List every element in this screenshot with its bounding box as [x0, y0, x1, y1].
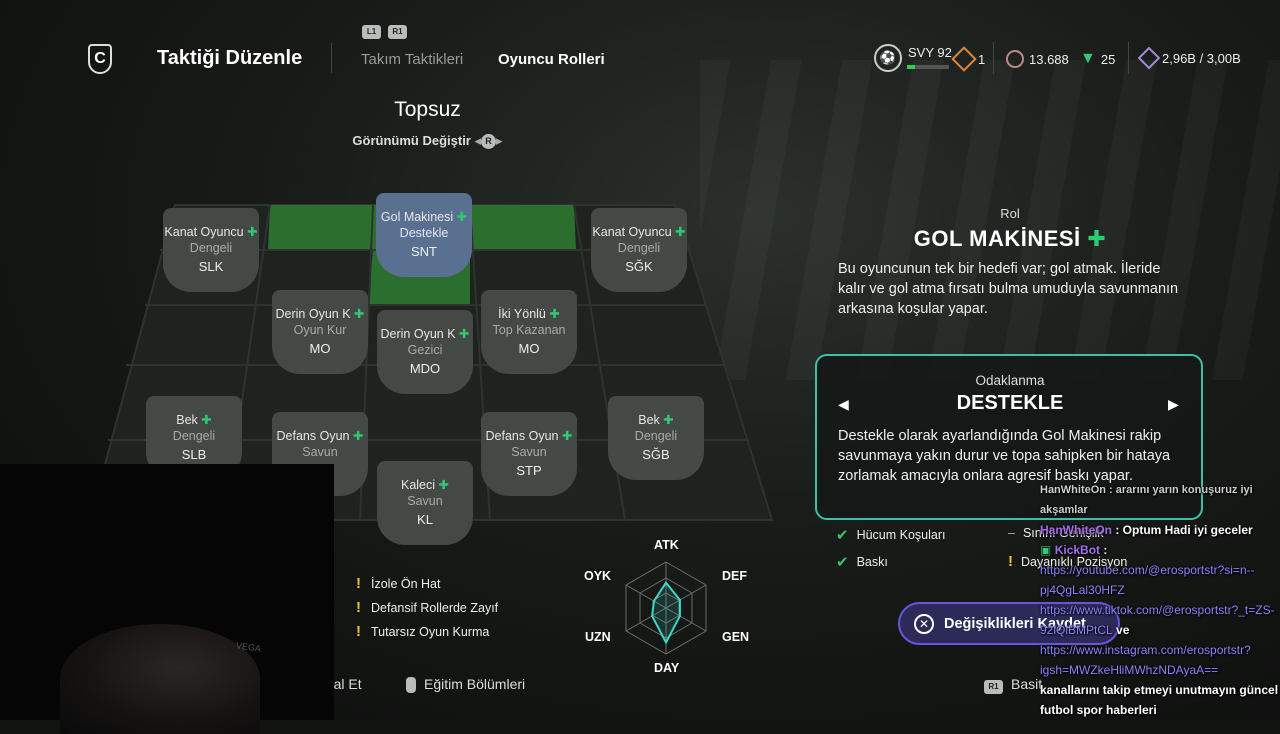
sp-counter: 2,96B / 3,00B: [1137, 46, 1241, 70]
ap-counter: 1: [951, 46, 985, 72]
tab-oyuncu-rolleri[interactable]: Oyuncu Rolleri: [498, 51, 605, 68]
weakness-item: ! Tutarsız Oyun Kurma: [356, 623, 490, 640]
trait-item: ✔ Hücum Koşuları: [836, 527, 946, 544]
divider: [993, 42, 994, 74]
player-card-sgk[interactable]: Kanat Oyuncu ✚ Dengeli SĞK: [591, 208, 687, 292]
game-logo-icon: C: [88, 44, 112, 74]
page-title: Taktiği Düzenle: [157, 47, 303, 69]
player-card-mo-left[interactable]: Derin Oyun K ✚ Oyun Kur MO: [272, 290, 368, 374]
sp-icon: [1137, 46, 1161, 70]
chat-link[interactable]: https://www.instagram.com/erosportstr?ig…: [1040, 640, 1280, 680]
points-counter: ▼ 25: [1080, 50, 1116, 67]
focus-description: Destekle olarak ayarlandığında Gol Makin…: [838, 428, 1171, 484]
radar-label-day: DAY: [654, 661, 680, 675]
basic-toggle[interactable]: R1 Basit: [984, 676, 1042, 694]
r1-button-icon: R1: [984, 680, 1003, 694]
warning-icon: !: [356, 599, 361, 616]
xp-progress-bar: [907, 65, 949, 69]
focus-label: Odaklanma: [975, 373, 1045, 388]
player-card-slk[interactable]: Kanat Oyuncu ✚ Dengeli SLK: [163, 208, 259, 292]
focus-value: DESTEKLE: [956, 392, 1064, 414]
radar-label-uzn: UZN: [585, 630, 611, 644]
change-view-button[interactable]: Görünümü Değiştir ◂ R ▸: [320, 133, 535, 150]
header-divider: [331, 43, 332, 73]
player-card-sgb[interactable]: Bek ✚ Dengeli SĞB: [608, 396, 704, 480]
r-button-icon: R: [481, 134, 497, 150]
webcam-overlay: VEGA: [0, 464, 334, 734]
points-icon: ▼: [1080, 50, 1096, 67]
player-card-snt[interactable]: Gol Makinesi ✚ Destekle SNT: [376, 193, 472, 277]
radar-label-def: DEF: [722, 569, 747, 583]
weakness-item: ! Defansif Rollerde Zayıf: [356, 599, 499, 616]
chat-line: HanWhiteOn : Optum Hadi iyi geceler: [1040, 523, 1253, 537]
check-icon: ✔: [836, 527, 849, 544]
player-card-mdo[interactable]: Derin Oyun K ✚ Gezici MDO: [377, 310, 473, 394]
r1-button-icon: R1: [388, 25, 407, 39]
chat-line: kanallarını takip etmeyi unutmayın günce…: [1040, 683, 1279, 717]
tab-takim-taktikleri[interactable]: Takım Taktikleri: [361, 51, 463, 68]
role-description: Bu oyuncunun tek bir hedefi var; gol atm…: [838, 261, 1179, 317]
chat-line: ▣ KickBot :: [1040, 543, 1108, 557]
player-card-stp-right[interactable]: Defans Oyun ✚ Savun STP: [481, 412, 577, 496]
stream-chat-overlay: HanWhiteOn : ararını yarın konuşuruz iyi…: [1040, 480, 1280, 720]
arrow-right-icon: ▸: [496, 133, 503, 148]
coin-icon: [1006, 50, 1024, 68]
radar-label-gen: GEN: [722, 630, 750, 644]
role-name: GOL MAKİNESİ ✚: [913, 226, 1107, 251]
warning-icon: !: [1008, 553, 1013, 570]
bot-icon: ▣: [1040, 543, 1052, 557]
ap-icon: [951, 46, 977, 72]
check-icon: ✔: [836, 554, 849, 571]
player-card-kl[interactable]: Kaleci ✚ Savun KL: [377, 461, 473, 545]
level-label: SVY 92: [908, 45, 952, 60]
chat-line: HanWhiteOn : ararını yarın konuşuruz iyi…: [1040, 484, 1253, 516]
coins-counter: 13.688: [1006, 50, 1069, 68]
focus-next-arrow-icon[interactable]: ▶: [1168, 396, 1179, 413]
warning-icon: !: [356, 623, 361, 640]
warning-icon: !: [356, 575, 361, 592]
club-badge-icon: ⚽: [874, 44, 902, 72]
trait-item: ✔ Baskı: [836, 554, 888, 571]
cross-button-icon: ✕: [914, 613, 934, 634]
formation-name: Topsuz: [394, 98, 461, 121]
training-sections-action[interactable]: Eğitim Bölümleri: [406, 676, 525, 694]
radar-label-oyk: OYK: [584, 569, 612, 583]
streamer-silhouette: [60, 624, 260, 734]
role-label: Rol: [1000, 206, 1020, 221]
dash-icon: –: [1008, 526, 1015, 540]
player-card-mo-right[interactable]: İki Yönlü ✚ Top Kazanan MO: [481, 290, 577, 374]
chat-line: https://www.tiktok.com/@erosportstr?_t=Z…: [1040, 603, 1275, 637]
touchpad-icon: [406, 677, 416, 694]
attribute-radar-chart: [625, 561, 707, 655]
l1-button-icon: L1: [362, 25, 381, 39]
divider: [1128, 42, 1129, 74]
radar-label-atk: ATK: [654, 538, 679, 552]
chat-link[interactable]: https://youtube.com/@erosportstr?si=n--p…: [1040, 560, 1280, 600]
weakness-item: ! İzole Ön Hat: [356, 575, 441, 592]
